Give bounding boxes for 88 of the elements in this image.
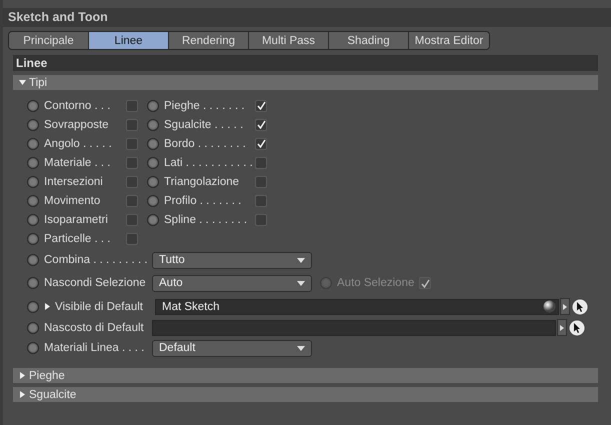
group-header[interactable]: Pieghe xyxy=(13,368,598,383)
checkbox[interactable] xyxy=(126,156,138,168)
keyframe-radio-icon[interactable] xyxy=(27,300,39,312)
dropdown-caret-icon xyxy=(297,258,305,262)
dropdown[interactable]: Auto xyxy=(152,274,312,292)
keyframe-radio-icon[interactable] xyxy=(27,277,39,289)
tab[interactable]: Shading xyxy=(329,32,409,49)
keyframe-radio-icon[interactable] xyxy=(27,322,39,334)
link-field[interactable]: Mat Sketch xyxy=(155,298,559,314)
keyframe-radio-icon[interactable] xyxy=(27,342,39,354)
checkbox[interactable] xyxy=(126,232,138,244)
dropdown[interactable]: Default xyxy=(152,340,312,356)
checkbox[interactable] xyxy=(255,100,267,112)
option-label: Sovrapposte xyxy=(44,118,110,130)
field-label: Visibile di Default xyxy=(55,300,144,312)
arrow-button[interactable] xyxy=(560,298,570,315)
pointer-icon[interactable] xyxy=(569,320,585,336)
keyframe-radio-icon[interactable] xyxy=(147,118,159,130)
checkbox[interactable] xyxy=(126,118,138,130)
option-label: Lati . . . . . . . . . . . xyxy=(164,156,254,168)
keyframe-radio-icon[interactable] xyxy=(27,138,39,150)
field-label: Nascondi Selezione xyxy=(44,277,147,289)
keyframe-radio-icon[interactable] xyxy=(27,194,39,206)
option-label: Particelle . . . xyxy=(44,232,112,244)
arrow-button[interactable] xyxy=(557,319,567,336)
field-label: Materiali Linea . . . . xyxy=(44,342,146,354)
option-label: Materiale . . . xyxy=(44,156,112,168)
keyframe-radio-icon[interactable] xyxy=(147,194,159,206)
group-header[interactable]: Tipi xyxy=(13,75,598,90)
tab[interactable]: Rendering xyxy=(169,32,249,49)
checkbox[interactable] xyxy=(255,118,267,130)
link-field[interactable] xyxy=(152,320,556,336)
keyframe-radio-icon[interactable] xyxy=(147,156,159,168)
keyframe-radio-icon[interactable] xyxy=(27,100,39,112)
keyframe-radio-icon[interactable] xyxy=(27,214,39,226)
keyframe-radio-icon[interactable] xyxy=(27,118,39,130)
section-header: Linee xyxy=(13,55,598,71)
expanded-triangle-icon[interactable] xyxy=(19,79,26,86)
group-header[interactable]: Sgualcite xyxy=(13,387,598,402)
group-title: Tipi xyxy=(29,76,48,88)
arrow-icon xyxy=(563,304,567,310)
option-label: Bordo . . . . . . . . xyxy=(164,138,247,150)
option-label: Angolo . . . . . xyxy=(44,138,113,150)
option-label: Spline . . . . . . . . xyxy=(164,214,248,226)
dropdown[interactable]: Tutto xyxy=(152,252,312,268)
group-title: Sgualcite xyxy=(29,388,76,400)
option-label: Sgualcite . . . . . xyxy=(164,118,244,130)
checkbox[interactable] xyxy=(255,176,267,188)
dropdown-caret-icon xyxy=(297,346,305,350)
panel-title: Sketch and Toon xyxy=(3,8,611,27)
field-label: Combina . . . . . . . . . xyxy=(44,254,149,266)
option-label: Pieghe . . . . . . . xyxy=(164,100,246,112)
checkbox[interactable] xyxy=(126,100,138,112)
checkbox[interactable] xyxy=(255,138,267,150)
keyframe-radio-icon[interactable] xyxy=(147,214,159,226)
option-label: Intersezioni xyxy=(44,176,104,188)
group-title: Pieghe xyxy=(29,370,65,382)
arrow-icon xyxy=(560,324,564,330)
field-label: Auto Selezione xyxy=(337,277,416,289)
tab[interactable]: Linee xyxy=(89,32,169,49)
tab[interactable]: Mostra Editor xyxy=(409,32,489,49)
dropdown-caret-icon xyxy=(297,280,305,286)
keyframe-radio-icon[interactable] xyxy=(147,176,159,188)
collapsed-triangle-icon[interactable] xyxy=(44,303,51,310)
checkbox[interactable] xyxy=(255,214,267,226)
tab[interactable]: Multi Pass xyxy=(249,32,329,49)
option-label: Movimento xyxy=(44,194,102,206)
option-label: Isoparametri xyxy=(44,214,109,226)
tab[interactable]: Principale xyxy=(9,32,89,49)
collapsed-triangle-icon[interactable] xyxy=(19,391,26,398)
option-label: Contorno . . . xyxy=(44,100,112,112)
pointer-icon[interactable] xyxy=(572,298,588,314)
keyframe-radio-icon[interactable] xyxy=(27,176,39,188)
checkbox[interactable] xyxy=(126,138,138,150)
checkbox[interactable] xyxy=(255,194,267,206)
keyframe-radio-icon[interactable] xyxy=(147,138,159,150)
keyframe-radio-icon[interactable] xyxy=(27,254,39,266)
option-label: Triangolazione xyxy=(164,176,240,188)
field-label: Nascosto di Default xyxy=(44,322,145,334)
keyframe-radio-icon[interactable] xyxy=(147,100,159,112)
collapsed-triangle-icon[interactable] xyxy=(19,372,26,379)
option-label: Profilo . . . . . . . xyxy=(164,194,242,206)
keyframe-radio-icon[interactable] xyxy=(27,232,39,244)
keyframe-radio-icon[interactable] xyxy=(27,156,39,168)
checkbox[interactable] xyxy=(126,214,138,226)
checkbox[interactable] xyxy=(255,156,267,168)
checkbox[interactable] xyxy=(126,194,138,206)
checkbox[interactable] xyxy=(126,176,138,188)
